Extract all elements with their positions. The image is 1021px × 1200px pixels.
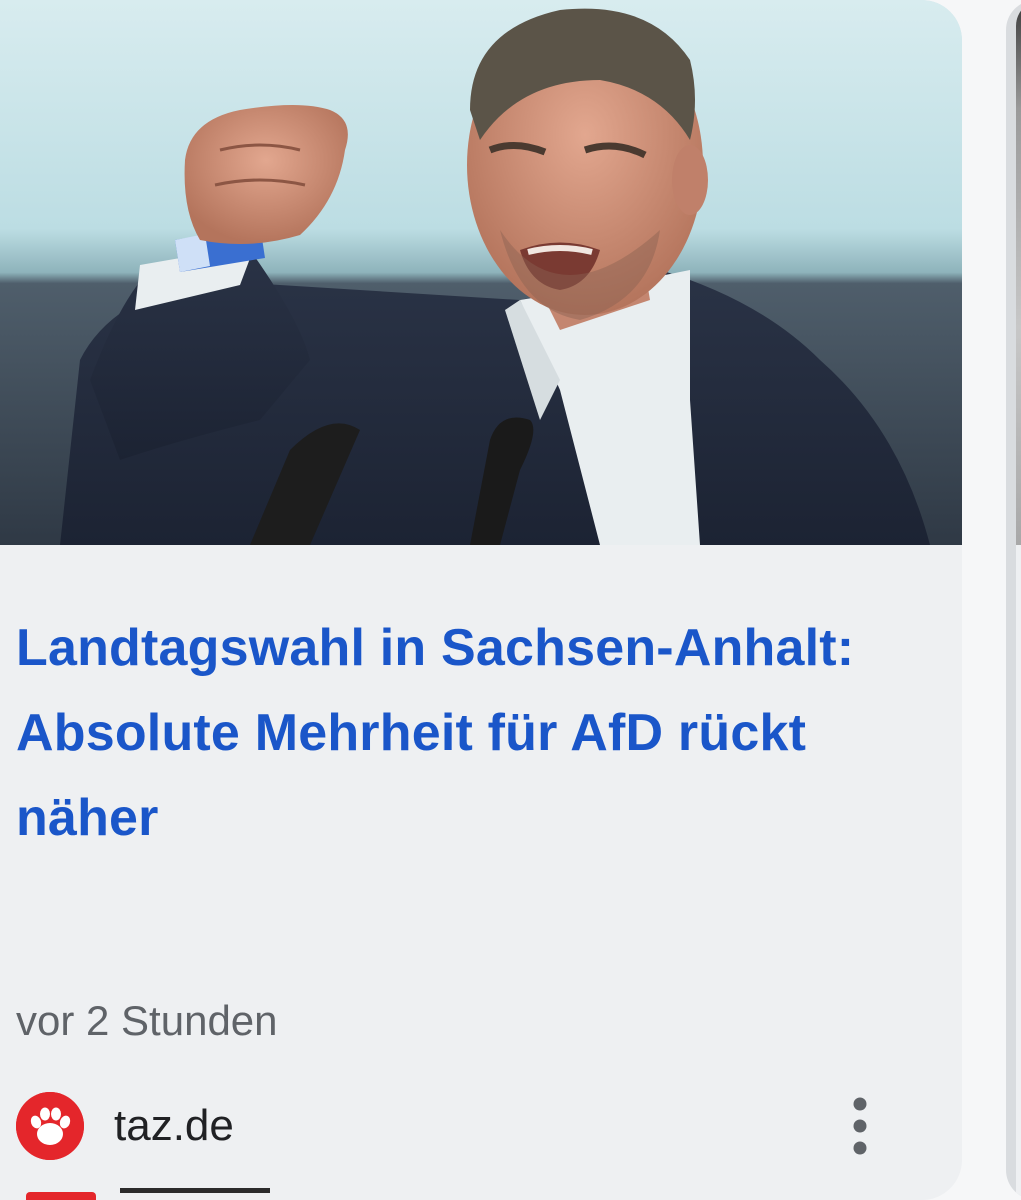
- speaker-photo: [0, 0, 962, 545]
- publish-timestamp: vor 2 Stunden: [16, 997, 278, 1044]
- news-feed: Landtagswahl in Sachsen-Anhalt: Absolute…: [0, 0, 1021, 1200]
- next-source-row-peek: [16, 1186, 276, 1200]
- next-source-logo: [26, 1192, 96, 1200]
- more-vert-icon: [853, 1097, 867, 1155]
- news-card[interactable]: Landtagswahl in Sachsen-Anhalt: Absolute…: [0, 0, 962, 1200]
- next-news-card[interactable]: [1006, 0, 1021, 1200]
- taz-paw-logo-icon: [16, 1092, 84, 1160]
- next-source-text: [120, 1188, 270, 1200]
- article-thumbnail[interactable]: [0, 0, 962, 545]
- more-options-button[interactable]: [834, 1088, 886, 1164]
- source-name[interactable]: taz.de: [114, 1096, 234, 1156]
- article-headline[interactable]: Landtagswahl in Sachsen-Anhalt: Absolute…: [16, 606, 916, 861]
- next-card-body: [1016, 545, 1021, 1200]
- next-article-thumbnail[interactable]: [1016, 0, 1021, 545]
- source-row[interactable]: taz.de: [16, 1088, 916, 1164]
